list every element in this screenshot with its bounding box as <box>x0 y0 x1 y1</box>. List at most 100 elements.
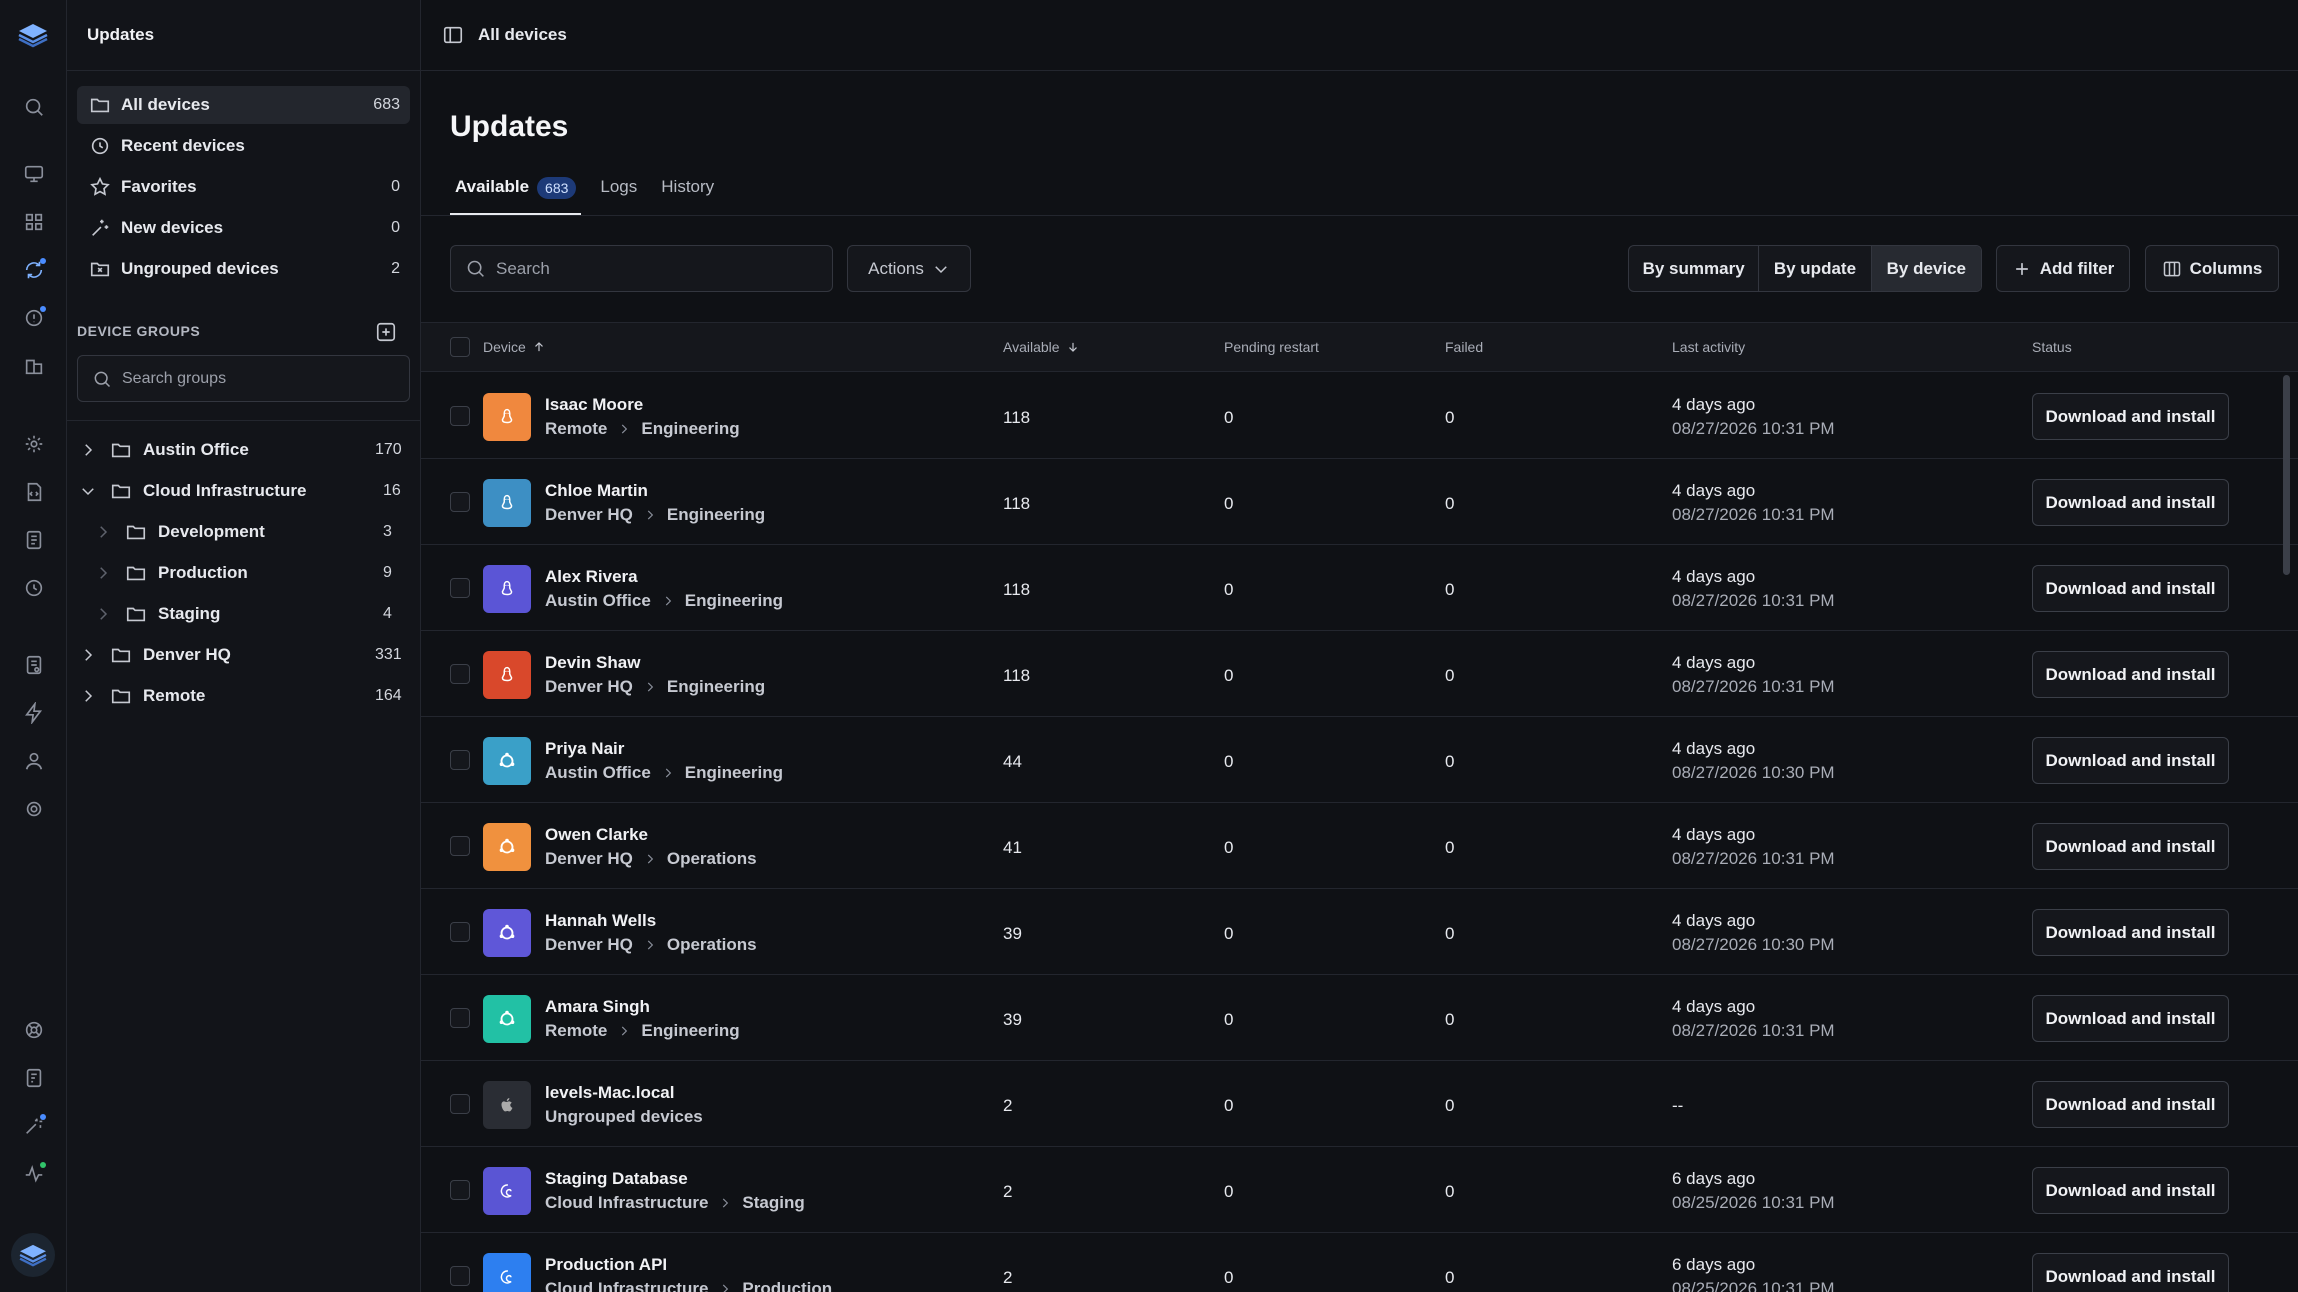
chevron-right-icon[interactable] <box>79 687 97 705</box>
nav-recent-devices[interactable]: Recent devices <box>77 127 410 165</box>
row-checkbox[interactable] <box>450 406 470 426</box>
device-name[interactable]: Production API <box>545 1255 667 1275</box>
view-by-update[interactable]: By update <box>1759 246 1872 291</box>
select-all-checkbox[interactable] <box>450 337 470 357</box>
search-input[interactable] <box>496 258 806 279</box>
row-checkbox[interactable] <box>450 1266 470 1286</box>
device-name[interactable]: Owen Clarke <box>545 825 648 845</box>
table-row[interactable]: levels-Mac.local Ungrouped devices 2 0 0 -- Do… <box>421 1061 2298 1147</box>
column-pending-restart[interactable]: Pending restart <box>1224 339 1319 355</box>
chevron-right-icon[interactable] <box>79 441 97 459</box>
group-remote[interactable]: Remote <box>79 680 205 712</box>
actions-dropdown[interactable]: Actions <box>847 245 971 292</box>
settings-gear-icon[interactable] <box>22 432 46 456</box>
chevron-right-icon[interactable] <box>79 646 97 664</box>
magic-icon[interactable] <box>22 1114 46 1138</box>
nav-all-devices[interactable]: All devices 683 <box>77 86 410 124</box>
chevron-down-icon[interactable] <box>79 482 97 500</box>
device-name[interactable]: Hannah Wells <box>545 911 656 931</box>
table-row[interactable]: Production API Cloud Infrastructure Produc… <box>421 1233 2298 1292</box>
column-available[interactable]: Available <box>1003 339 1080 355</box>
cog-icon[interactable] <box>22 797 46 821</box>
refresh-icon[interactable] <box>22 258 46 282</box>
row-checkbox[interactable] <box>450 1008 470 1028</box>
download-and-install-button[interactable]: Download and install <box>2032 565 2229 612</box>
lightning-icon[interactable] <box>22 701 46 725</box>
row-checkbox[interactable] <box>450 578 470 598</box>
table-row[interactable]: Isaac Moore Remote Engineering 118 0 0 4 days … <box>421 373 2298 459</box>
download-and-install-button[interactable]: Download and install <box>2032 995 2229 1042</box>
nav-ungrouped-devices[interactable]: Ungrouped devices 2 <box>77 250 410 288</box>
column-status[interactable]: Status <box>2032 339 2072 355</box>
download-and-install-button[interactable]: Download and install <box>2032 393 2229 440</box>
download-and-install-button[interactable]: Download and install <box>2032 1167 2229 1214</box>
download-and-install-button[interactable]: Download and install <box>2032 1081 2229 1128</box>
download-and-install-button[interactable]: Download and install <box>2032 909 2229 956</box>
row-checkbox[interactable] <box>450 1180 470 1200</box>
device-name[interactable]: levels-Mac.local <box>545 1083 674 1103</box>
groups-search-input[interactable] <box>122 369 382 388</box>
document-icon[interactable] <box>22 528 46 552</box>
download-and-install-button[interactable]: Download and install <box>2032 1253 2229 1292</box>
row-checkbox[interactable] <box>450 492 470 512</box>
device-name[interactable]: Chloe Martin <box>545 481 648 501</box>
column-last-activity[interactable]: Last activity <box>1672 339 1745 355</box>
report-icon[interactable] <box>22 653 46 677</box>
row-checkbox[interactable] <box>450 836 470 856</box>
row-checkbox[interactable] <box>450 664 470 684</box>
view-by-summary[interactable]: By summary <box>1629 246 1760 291</box>
download-and-install-button[interactable]: Download and install <box>2032 651 2229 698</box>
search-icon[interactable] <box>22 95 46 119</box>
table-row[interactable]: Staging Database Cloud Infrastructure Stag… <box>421 1147 2298 1233</box>
chevron-right-icon[interactable] <box>94 523 112 541</box>
monitor-icon[interactable] <box>22 162 46 186</box>
chevron-right-icon[interactable] <box>94 605 112 623</box>
column-failed[interactable]: Failed <box>1445 339 1483 355</box>
group-cloud-infrastructure[interactable]: Cloud Infrastructure <box>79 475 306 507</box>
table-row[interactable]: Priya Nair Austin Office Engineering 44 0 0 4 … <box>421 717 2298 803</box>
tab-history[interactable]: History <box>656 170 719 216</box>
device-name[interactable]: Devin Shaw <box>545 653 640 673</box>
sidebar-toggle-icon[interactable] <box>442 24 464 46</box>
device-name[interactable]: Alex Rivera <box>545 567 638 587</box>
group-production[interactable]: Production <box>94 557 248 589</box>
row-checkbox[interactable] <box>450 750 470 770</box>
group-austin-office[interactable]: Austin Office <box>79 434 249 466</box>
device-name[interactable]: Priya Nair <box>545 739 624 759</box>
group-staging[interactable]: Staging <box>94 598 220 630</box>
download-and-install-button[interactable]: Download and install <box>2032 737 2229 784</box>
tab-logs[interactable]: Logs <box>595 170 642 216</box>
scrollbar[interactable] <box>2283 375 2290 575</box>
building-icon[interactable] <box>22 354 46 378</box>
row-checkbox[interactable] <box>450 922 470 942</box>
group-denver-hq[interactable]: Denver HQ <box>79 639 231 671</box>
activity-icon[interactable] <box>22 1162 46 1186</box>
groups-search[interactable] <box>77 355 410 402</box>
grid-icon[interactable] <box>22 210 46 234</box>
group-development[interactable]: Development <box>94 516 265 548</box>
notes-icon[interactable] <box>22 1066 46 1090</box>
columns-button[interactable]: Columns <box>2145 245 2279 292</box>
download-and-install-button[interactable]: Download and install <box>2032 823 2229 870</box>
download-and-install-button[interactable]: Download and install <box>2032 479 2229 526</box>
device-name[interactable]: Amara Singh <box>545 997 650 1017</box>
table-row[interactable]: Hannah Wells Denver HQ Operations 39 0 0 4 day… <box>421 889 2298 975</box>
device-search[interactable] <box>450 245 833 292</box>
nav-new-devices[interactable]: New devices 0 <box>77 209 410 247</box>
table-row[interactable]: Owen Clarke Denver HQ Operations 41 0 0 4 days… <box>421 803 2298 889</box>
user-icon[interactable] <box>22 749 46 773</box>
column-device[interactable]: Device <box>483 339 546 355</box>
table-row[interactable]: Alex Rivera Austin Office Engineering 118 0 0… <box>421 545 2298 631</box>
workspace-avatar[interactable] <box>11 1233 55 1277</box>
alert-icon[interactable] <box>22 306 46 330</box>
app-logo-icon[interactable] <box>17 22 49 48</box>
table-row[interactable]: Chloe Martin Denver HQ Engineering 118 0 0 4 d… <box>421 459 2298 545</box>
support-icon[interactable] <box>22 1018 46 1042</box>
device-name[interactable]: Staging Database <box>545 1169 688 1189</box>
row-checkbox[interactable] <box>450 1094 470 1114</box>
add-group-icon[interactable] <box>375 321 397 343</box>
device-name[interactable]: Isaac Moore <box>545 395 643 415</box>
chevron-right-icon[interactable] <box>94 564 112 582</box>
view-by-device[interactable]: By device <box>1871 246 1981 291</box>
tab-available[interactable]: Available 683 <box>450 170 582 216</box>
